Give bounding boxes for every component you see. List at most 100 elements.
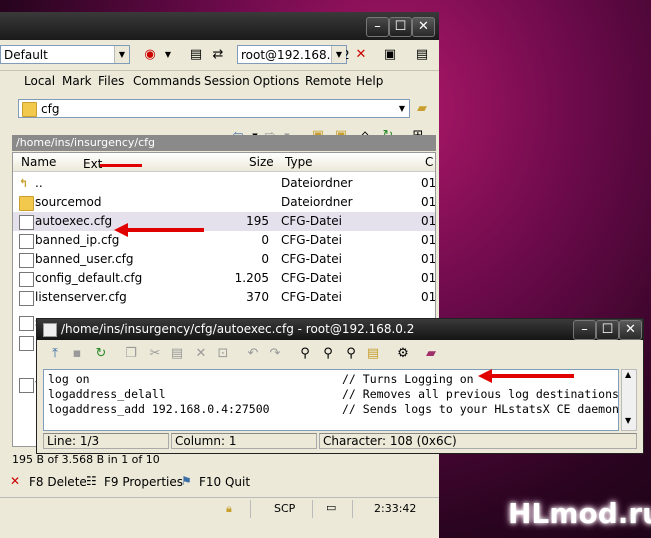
save-upload-icon[interactable]: ⤒ [47, 346, 63, 362]
code-line: logaddress_delall [48, 387, 166, 401]
file-row[interactable]: sourcemod Dateiordner 01 [13, 193, 436, 212]
bottom-status-bar: 🔒︎ SCP ▭ 2:33:42 [0, 497, 439, 520]
f9-properties-button[interactable]: F9 Properties [104, 475, 183, 489]
underline-annotation [100, 164, 142, 167]
divider [312, 500, 313, 518]
file-row-selected[interactable]: autoexec.cfg 195 CFG-Datei 01 [13, 212, 436, 231]
menu-options[interactable]: Options [253, 74, 299, 88]
select-all-icon[interactable]: ⊡ [215, 346, 231, 362]
file-c: 01 [421, 195, 436, 209]
chevron-down-icon[interactable]: ▼ [395, 100, 409, 117]
editor-vertical-scrollbar[interactable]: ▲ ▼ [621, 369, 637, 431]
folder-icon [19, 196, 34, 211]
chevron-down-icon[interactable]: ▼ [114, 46, 129, 63]
menu-files[interactable]: Files [98, 74, 124, 88]
scroll-up-icon[interactable]: ▲ [625, 370, 631, 379]
column-size[interactable]: Size [249, 155, 274, 169]
file-type: Dateiordner [281, 195, 353, 209]
editor-toolbar: ⤒ ▪ ↻ ❐ ✂ ▤ ✕ ⊡ ↶ ↷ ⚲ ⚲ ⚲ ▤ ⚙ ▰ [37, 341, 643, 367]
f8-delete-button[interactable]: F8 Delete [29, 475, 87, 489]
scroll-down-icon[interactable]: ▼ [625, 416, 631, 425]
properties-icon[interactable]: ☷ [86, 474, 97, 488]
column-name[interactable]: Name [21, 155, 56, 169]
help-book-icon[interactable]: ▰ [423, 346, 439, 362]
save-session-icon[interactable]: ▤ [414, 47, 430, 63]
file-row[interactable]: ↰ .. Dateiordner 01 [13, 174, 435, 193]
file-row[interactable]: banned_ip.cfg 0 CFG-Datei 01 [13, 231, 435, 250]
file-name: sourcemod [35, 195, 102, 209]
file-icon [19, 215, 34, 230]
main-toolbar: Default ▼ ◉ ▼ ▤ ⇄ root@192.168.0.2 ▼ ✕ ▣… [0, 40, 439, 71]
menu-remote[interactable]: Remote [305, 74, 351, 88]
file-row[interactable]: listenserver.cfg 370 CFG-Datei 01 [13, 288, 436, 307]
find-next-icon[interactable]: ⚲ [320, 346, 336, 362]
file-c: 01 [421, 214, 436, 228]
cut-icon[interactable]: ✂ [147, 346, 163, 362]
file-icon [19, 316, 34, 331]
file-row[interactable]: config_default.cfg 1.205 CFG-Datei 01 [13, 269, 436, 288]
character-indicator: Character: 108 (0x6C) [319, 433, 637, 449]
chevron-down-icon[interactable]: ▼ [331, 46, 346, 63]
editor-window: /home/ins/insurgency/cfg/autoexec.cfg - … [36, 318, 644, 454]
undo-icon[interactable]: ↶ [245, 346, 261, 362]
compare-icon[interactable]: ◉ [142, 47, 158, 63]
directory-combo[interactable]: cfg ▼ [18, 99, 410, 118]
session-combo[interactable]: root@192.168.0.2 ▼ [237, 45, 350, 64]
editor-title: /home/ins/insurgency/cfg/autoexec.cfg - … [61, 322, 415, 336]
reload-icon[interactable]: ↻ [93, 346, 109, 362]
menu-help[interactable]: Help [356, 74, 383, 88]
column-type[interactable]: Type [285, 155, 313, 169]
file-c: 01 [421, 290, 436, 304]
f10-quit-button[interactable]: F10 Quit [199, 475, 250, 489]
annotation-arrow [126, 228, 204, 232]
find-icon[interactable]: ⚲ [297, 346, 313, 362]
divider [250, 500, 251, 518]
current-path-label: /home/ins/insurgency/cfg [12, 135, 436, 151]
profile-combo[interactable]: Default ▼ [0, 45, 130, 64]
file-type: CFG-Datei [281, 252, 342, 266]
menu-local[interactable]: Local [24, 74, 55, 88]
delete-icon[interactable]: ✕ [193, 346, 209, 362]
file-row[interactable]: banned_user.cfg 0 CFG-Datei 01 [13, 250, 435, 269]
replace-icon[interactable]: ⚲ [343, 346, 359, 362]
menu-session[interactable]: Session [204, 74, 250, 88]
close-button[interactable]: ✕ [412, 17, 435, 37]
file-size: 195 [246, 214, 269, 228]
preferences-gear-icon[interactable]: ⚙ [395, 346, 411, 362]
editor-minimize-button[interactable]: – [573, 320, 596, 340]
minimize-button[interactable]: – [366, 17, 389, 37]
code-line: logaddress_add 192.168.0.4:27500 [48, 402, 270, 416]
file-size: 1.205 [234, 271, 269, 285]
column-c[interactable]: C [425, 155, 433, 169]
quit-icon[interactable]: ⚑ [181, 474, 192, 488]
profile-combo-value: Default [4, 48, 48, 62]
editor-status-bar: Line: 1/3 Column: 1 Character: 108 (0x6C… [43, 433, 637, 451]
editor-maximize-button[interactable]: ☐ [596, 320, 619, 340]
new-session-icon[interactable]: ▣ [382, 47, 398, 63]
menu-commands[interactable]: Commands [133, 74, 201, 88]
save-icon[interactable]: ▪ [69, 346, 85, 362]
redo-icon[interactable]: ↷ [267, 346, 283, 362]
paste-icon[interactable]: ▤ [169, 346, 185, 362]
editor-text-area[interactable]: log on // Turns Logging on logaddress_de… [43, 369, 619, 431]
lock-icon: 🔒︎ [226, 502, 232, 515]
session-time: 2:33:42 [374, 502, 417, 515]
goto-line-icon[interactable]: ▤ [365, 346, 381, 362]
maximize-button[interactable]: ☐ [389, 17, 412, 37]
editor-close-button[interactable]: ✕ [619, 320, 642, 340]
sync-icon[interactable]: ⇄ [210, 47, 226, 63]
queue-icon[interactable]: ▤ [188, 47, 204, 63]
menu-mark[interactable]: Mark [62, 74, 92, 88]
file-c: 01 [421, 271, 436, 285]
file-icon [19, 272, 34, 287]
open-folder-icon[interactable]: ▰ [414, 101, 430, 117]
file-name: banned_user.cfg [35, 252, 134, 266]
file-name: listenserver.cfg [35, 290, 127, 304]
protocol-label: SCP [274, 502, 296, 515]
delete-icon[interactable]: ✕ [10, 474, 20, 488]
file-icon [19, 291, 34, 306]
disconnect-icon[interactable]: ✕ [353, 47, 369, 63]
copy-icon[interactable]: ❐ [123, 346, 139, 362]
annotation-arrow [490, 374, 574, 378]
chevron-down-icon[interactable]: ▼ [160, 47, 176, 63]
